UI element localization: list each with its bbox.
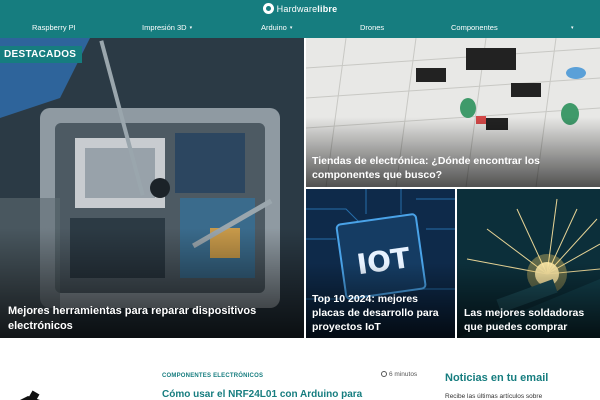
logo-text-bold: libre (317, 3, 338, 14)
read-time: 6 minutos (381, 371, 417, 378)
nav-more-dropdown[interactable]: ▾ (568, 18, 574, 38)
newsletter-text: Recibe las últimas artículos sobre (445, 393, 543, 400)
nav-item-arduino[interactable]: Arduino ▾ (261, 18, 292, 38)
nav-item-drones[interactable]: Drones (360, 18, 384, 38)
article-category[interactable]: COMPONENTES ELECTRÓNICOS (162, 373, 263, 379)
featured-card-welders[interactable]: Las mejores soldadoras que puedes compra… (457, 189, 600, 338)
card-title[interactable]: Top 10 2024: mejores placas de desarroll… (312, 292, 452, 335)
article-title[interactable]: Cómo usar el NRF24L01 con Arduino para (162, 389, 432, 400)
featured-section: DESTACADOS Mejores herramientas para rep… (0, 38, 600, 338)
article-thumbnail[interactable] (0, 348, 140, 400)
chevron-down-icon: ▾ (571, 25, 574, 31)
featured-badge: DESTACADOS (0, 46, 83, 63)
clock-icon (381, 371, 387, 377)
newsletter-title: Noticias en tu email (445, 372, 549, 384)
card-title[interactable]: Tiendas de electrónica: ¿Dónde encontrar… (312, 154, 582, 182)
nav-item-componentes[interactable]: Componentes (451, 18, 498, 38)
article-preview: COMPONENTES ELECTRÓNICOS 6 minutos Cómo … (0, 338, 600, 400)
featured-card-electronics-shops[interactable]: Tiendas de electrónica: ¿Dónde encontrar… (306, 38, 600, 187)
card-title[interactable]: Las mejores soldadoras que puedes compra… (464, 306, 600, 334)
site-logo[interactable]: Hardwarelibre (0, 0, 600, 17)
nav-item-raspberry-pi[interactable]: Raspberry PI (32, 18, 76, 38)
featured-card-iot-boards[interactable]: IOT Top 10 2024: mejores placas de desar… (306, 189, 455, 338)
chevron-down-icon: ▾ (289, 25, 293, 31)
logo-text-light: Hardware (276, 3, 318, 14)
featured-card-repair-tools[interactable]: DESTACADOS Mejores herramientas para rep… (0, 38, 304, 338)
site-header: Hardwarelibre Raspberry PI Impresión 3D ▾… (0, 0, 600, 38)
nav-item-impresion-3d[interactable]: Impresión 3D ▾ (142, 18, 192, 38)
card-title[interactable]: Mejores herramientas para reparar dispos… (8, 304, 288, 334)
chip-logo-icon (262, 3, 274, 14)
main-nav: Raspberry PI Impresión 3D ▾ Arduino ▾ Dron… (0, 18, 600, 38)
chevron-down-icon: ▾ (189, 25, 193, 31)
